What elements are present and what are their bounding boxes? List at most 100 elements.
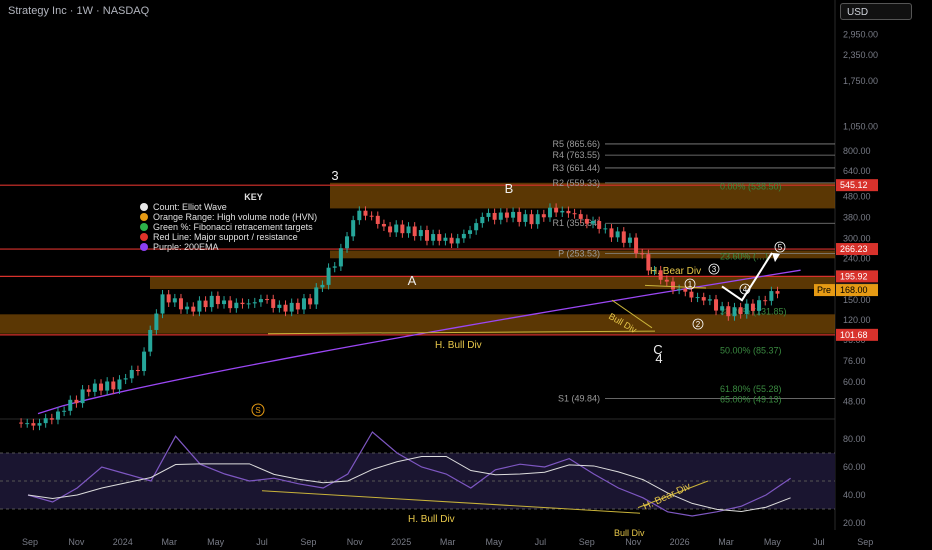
candle-body [572, 213, 577, 215]
candle-body [578, 214, 583, 219]
annotation-split: S [255, 406, 260, 415]
candle-body [326, 267, 331, 285]
candle-body [701, 297, 706, 301]
price-tick-label: 640.00 [843, 166, 871, 176]
hvn-zone [150, 276, 835, 290]
candle-body [228, 300, 233, 309]
candle-body [431, 234, 436, 241]
candle-body [160, 294, 165, 314]
candle-body [750, 303, 755, 311]
wave-label: 5 [778, 243, 783, 252]
fib-level-label: 50.00% (85.37) [720, 345, 782, 355]
legend-dot [140, 243, 148, 251]
candle-body [283, 304, 288, 312]
fib-level-label: 0.00% (538.50) [720, 181, 782, 191]
candle-body [166, 294, 171, 303]
candle-body [19, 422, 24, 424]
price-tick-label: 48.00 [843, 397, 866, 407]
candle-body [388, 226, 393, 233]
candle-body [338, 248, 343, 267]
price-tick-label: 2,950.00 [843, 30, 878, 40]
candle-body [31, 423, 36, 426]
time-axis-label: May [485, 537, 503, 547]
candle-body [726, 306, 731, 317]
candle-body [523, 214, 528, 222]
candle-body [301, 298, 306, 310]
candle-body [197, 300, 202, 312]
time-axis-label: Sep [22, 537, 38, 547]
price-tick-label: 380.00 [843, 212, 871, 222]
price-tick-label: 480.00 [843, 192, 871, 202]
candle-body [308, 298, 313, 305]
price-tick-label: 1,750.00 [843, 76, 878, 86]
legend-item-ema: Purple: 200EMA [140, 242, 317, 252]
candle-body [289, 302, 294, 312]
candle-body [757, 300, 762, 311]
candle-body [424, 230, 429, 241]
candle-body [74, 399, 79, 404]
candle-body [295, 302, 300, 310]
rsi-tick-label: 20.00 [843, 518, 866, 528]
candle-body [68, 399, 73, 411]
candle-body [154, 313, 159, 330]
candle-body [99, 383, 104, 391]
candle-body [86, 389, 91, 392]
candle-body [271, 299, 276, 308]
pivot-level-label: P (253.53) [558, 248, 600, 258]
time-axis-label: 2024 [113, 537, 133, 547]
price-chart[interactable]: R5 (865.66)R4 (763.55) R3 (661.44) R2 (559… [0, 0, 932, 550]
candle-body [92, 383, 97, 392]
candle-body [252, 302, 257, 304]
candle-body [554, 207, 559, 213]
wave-label: 3 [712, 265, 717, 274]
candle-body [615, 231, 620, 238]
currency-selector[interactable]: USD [840, 3, 912, 20]
candle-body [560, 210, 565, 213]
price-tag-label: 266.23 [840, 244, 868, 254]
candle-body [449, 237, 454, 244]
candle-body [603, 228, 608, 230]
price-tick-label: 60.00 [843, 377, 866, 387]
candle-body [25, 423, 30, 425]
candle-body [37, 423, 42, 426]
legend-dot [140, 223, 148, 231]
time-axis-label: 2025 [391, 537, 411, 547]
candle-body [714, 299, 719, 311]
wave-label: 4 [743, 285, 748, 294]
time-axis-label: May [207, 537, 225, 547]
price-tag-label: 195.92 [840, 271, 868, 281]
price-tag-label: 168.00 [840, 285, 868, 295]
wave-label: B [505, 181, 514, 196]
candle-body [664, 279, 669, 282]
candle-body [332, 266, 337, 268]
candle-body [480, 216, 485, 224]
candle-body [320, 284, 325, 288]
candle-body [55, 411, 60, 420]
candle-body [314, 287, 319, 305]
candle-body [381, 223, 386, 227]
price-tick-label: 2,350.00 [843, 50, 878, 60]
candle-body [222, 300, 227, 305]
time-axis-label: Mar [161, 537, 177, 547]
candle-body [234, 302, 239, 309]
candle-body [135, 369, 140, 372]
candle-body [437, 234, 442, 241]
rsi-tick-label: 40.00 [843, 490, 866, 500]
candle-body [677, 289, 682, 291]
candle-body [634, 237, 639, 254]
candle-body [406, 226, 411, 234]
pre-tag-label: Pre [817, 285, 831, 295]
price-tick-label: 120.00 [843, 315, 871, 325]
candle-body [412, 226, 417, 237]
candle-body [461, 233, 466, 239]
candle-body [240, 302, 245, 305]
candle-body [517, 211, 522, 222]
candle-body [43, 418, 48, 424]
candle-body [720, 306, 725, 311]
time-axis-label: Nov [347, 537, 364, 547]
wave-label: 4 [655, 351, 662, 366]
candle-body [400, 224, 405, 234]
candle-body [498, 212, 503, 220]
candle-body [529, 214, 534, 225]
candle-body [744, 303, 749, 315]
